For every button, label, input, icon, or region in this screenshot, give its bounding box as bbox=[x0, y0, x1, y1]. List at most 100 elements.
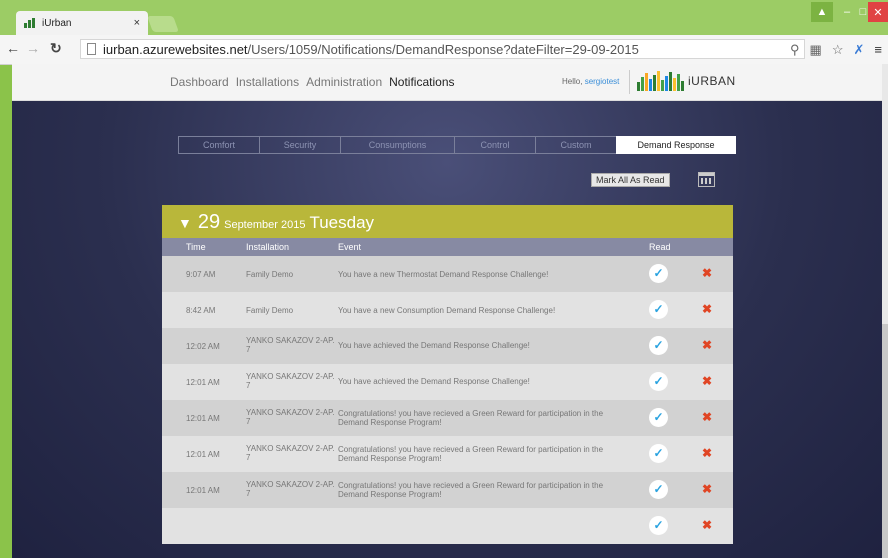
nav-item-dashboard[interactable]: Dashboard bbox=[170, 75, 229, 89]
delete-x-icon[interactable]: ✖ bbox=[702, 339, 712, 351]
forward-arrow-icon[interactable]: → bbox=[26, 40, 40, 56]
nav-item-notifications[interactable]: Notifications bbox=[389, 75, 454, 89]
zoom-icon[interactable]: ⚲ bbox=[790, 42, 800, 58]
read-check-icon[interactable]: ✓ bbox=[649, 300, 668, 319]
tab-security[interactable]: Security bbox=[259, 136, 341, 154]
tab-control[interactable]: Control bbox=[454, 136, 536, 154]
notification-installation: YANKO SAKAZOV 2-AP. 7 bbox=[246, 336, 335, 354]
column-header: Time Installation Event Read bbox=[162, 238, 733, 256]
tab-custom[interactable]: Custom bbox=[535, 136, 617, 154]
notification-event: Congratulations! you have recieved a Gre… bbox=[338, 445, 604, 463]
delete-x-icon[interactable]: ✖ bbox=[702, 447, 712, 459]
tab-demand-response[interactable]: Demand Response bbox=[616, 136, 736, 154]
new-tab-button[interactable] bbox=[147, 16, 179, 32]
read-check-icon[interactable]: ✓ bbox=[649, 444, 668, 463]
bookmark-star-icon[interactable]: ☆ bbox=[832, 42, 844, 58]
nav-divider bbox=[629, 70, 630, 94]
delete-x-icon[interactable]: ✖ bbox=[702, 519, 712, 531]
greeting: Hello, sergiotest bbox=[562, 77, 619, 86]
tab-close-icon[interactable]: × bbox=[134, 17, 140, 29]
delete-x-icon[interactable]: ✖ bbox=[702, 375, 712, 387]
delete-x-icon[interactable]: ✖ bbox=[702, 303, 712, 315]
mark-all-as-read-button[interactable]: Mark All As Read bbox=[591, 173, 670, 187]
col-installation: Installation bbox=[246, 242, 290, 252]
delete-x-icon[interactable]: ✖ bbox=[702, 411, 712, 423]
notification-row[interactable]: 12:01 AM YANKO SAKAZOV 2-AP. 7 You have ac… bbox=[162, 364, 733, 400]
day-number: 29 bbox=[197, 211, 221, 233]
month-year: September 2015 bbox=[224, 219, 306, 231]
notification-event: You have a new Consumption Demand Respon… bbox=[338, 306, 556, 315]
main-menu: Dashboard Installations Administration Noti… bbox=[170, 75, 455, 89]
calendar-icon[interactable] bbox=[698, 172, 715, 187]
notification-row[interactable]: 12:01 AM YANKO SAKAZOV 2-AP. 7 Congratulat… bbox=[162, 436, 733, 472]
day-header[interactable]: ▼ 29 September 2015 Tuesday bbox=[162, 205, 733, 238]
iurban-logo[interactable]: iURBAN bbox=[637, 71, 736, 91]
notifications-panel: ▼ 29 September 2015 Tuesday Time Install… bbox=[162, 205, 733, 558]
notification-time: 12:01 AM bbox=[186, 378, 220, 387]
read-check-icon[interactable]: ✓ bbox=[649, 516, 668, 535]
notification-time: 12:01 AM bbox=[186, 486, 220, 495]
weekday: Tuesday bbox=[309, 213, 375, 232]
delete-x-icon[interactable]: ✖ bbox=[702, 267, 712, 279]
delete-x-icon[interactable]: ✖ bbox=[702, 483, 712, 495]
user-profile-icon[interactable]: ▲ bbox=[811, 2, 833, 22]
notification-row[interactable]: 8:42 AM Family Demo You have a new Consump… bbox=[162, 292, 733, 328]
nav-item-administration[interactable]: Administration bbox=[306, 75, 382, 89]
notification-tabs: Comfort Security Consumptions Control Custom… bbox=[178, 136, 736, 154]
hello-label: Hello, bbox=[562, 77, 583, 86]
logo-text: iURBAN bbox=[688, 74, 736, 88]
notification-time: 12:01 AM bbox=[186, 414, 220, 423]
nav-item-installations[interactable]: Installations bbox=[236, 75, 299, 89]
browser-tab[interactable]: iUrban × bbox=[16, 11, 148, 35]
col-read: Read bbox=[649, 242, 671, 252]
notification-time: 8:42 AM bbox=[186, 306, 216, 315]
translate-icon[interactable]: ▦ bbox=[810, 42, 822, 58]
tab-comfort[interactable]: Comfort bbox=[178, 136, 260, 154]
notification-event: Congratulations! you have recieved a Gre… bbox=[338, 481, 604, 499]
read-check-icon[interactable]: ✓ bbox=[649, 480, 668, 499]
address-bar-row: ← → ↻ iurban.azurewebsites.net/Users/105… bbox=[0, 35, 888, 65]
url-input[interactable]: iurban.azurewebsites.net/Users/1059/Noti… bbox=[80, 39, 805, 59]
username-link[interactable]: sergiotest bbox=[585, 77, 620, 86]
notification-installation: YANKO SAKAZOV 2-AP. 7 bbox=[246, 372, 335, 390]
notification-row[interactable]: ✓ ✖ bbox=[162, 508, 733, 544]
tab-title: iUrban bbox=[42, 17, 72, 29]
page-scrollbar[interactable] bbox=[882, 64, 888, 558]
notification-time: 12:02 AM bbox=[186, 342, 220, 351]
notification-row[interactable]: 9:07 AM Family Demo You have a new Thermos… bbox=[162, 256, 733, 292]
read-check-icon[interactable]: ✓ bbox=[649, 336, 668, 355]
extension-icon[interactable]: ✗ bbox=[854, 42, 865, 58]
read-check-icon[interactable]: ✓ bbox=[649, 372, 668, 391]
logo-bars-icon bbox=[637, 71, 684, 91]
url-host: iurban.azurewebsites.net bbox=[103, 42, 248, 57]
col-time: Time bbox=[186, 242, 206, 252]
read-check-icon[interactable]: ✓ bbox=[649, 264, 668, 283]
site-favicon-icon bbox=[24, 18, 36, 28]
notification-installation: YANKO SAKAZOV 2-AP. 7 bbox=[246, 408, 335, 426]
notification-installation: YANKO SAKAZOV 2-AP. 7 bbox=[246, 444, 335, 462]
notification-event: You have achieved the Demand Response Ch… bbox=[338, 377, 530, 386]
notification-event: You have achieved the Demand Response Ch… bbox=[338, 341, 530, 350]
window-close-button[interactable]: ✕ bbox=[868, 2, 888, 22]
notification-row[interactable]: 12:01 AM YANKO SAKAZOV 2-AP. 7 Congratulat… bbox=[162, 472, 733, 508]
back-arrow-icon[interactable]: ← bbox=[6, 40, 20, 56]
notification-event: Congratulations! you have recieved a Gre… bbox=[338, 409, 604, 427]
notification-installation: Family Demo bbox=[246, 270, 294, 279]
scrollbar-thumb[interactable] bbox=[882, 324, 888, 558]
chrome-menu-icon[interactable]: ≡ bbox=[874, 42, 882, 58]
url-path: /Users/1059/Notifications/DemandResponse… bbox=[247, 42, 639, 57]
notification-time: 9:07 AM bbox=[186, 270, 216, 279]
reload-icon[interactable]: ↻ bbox=[50, 40, 62, 57]
page-icon bbox=[87, 43, 96, 55]
tab-consumptions[interactable]: Consumptions bbox=[340, 136, 455, 154]
collapse-triangle-icon[interactable]: ▼ bbox=[178, 215, 192, 231]
read-check-icon[interactable]: ✓ bbox=[649, 408, 668, 427]
notification-event: You have a new Thermostat Demand Respons… bbox=[338, 270, 549, 279]
notification-row[interactable]: 12:01 AM YANKO SAKAZOV 2-AP. 7 Congratulat… bbox=[162, 400, 733, 436]
notification-time: 12:01 AM bbox=[186, 450, 220, 459]
col-event: Event bbox=[338, 242, 362, 252]
site-top-nav: Dashboard Installations Administration Noti… bbox=[12, 64, 882, 101]
notification-row[interactable]: 12:02 AM YANKO SAKAZOV 2-AP. 7 You have ac… bbox=[162, 328, 733, 364]
site-content: Dashboard Installations Administration Noti… bbox=[12, 64, 882, 558]
notification-list: 9:07 AM Family Demo You have a new Thermos… bbox=[162, 256, 733, 544]
